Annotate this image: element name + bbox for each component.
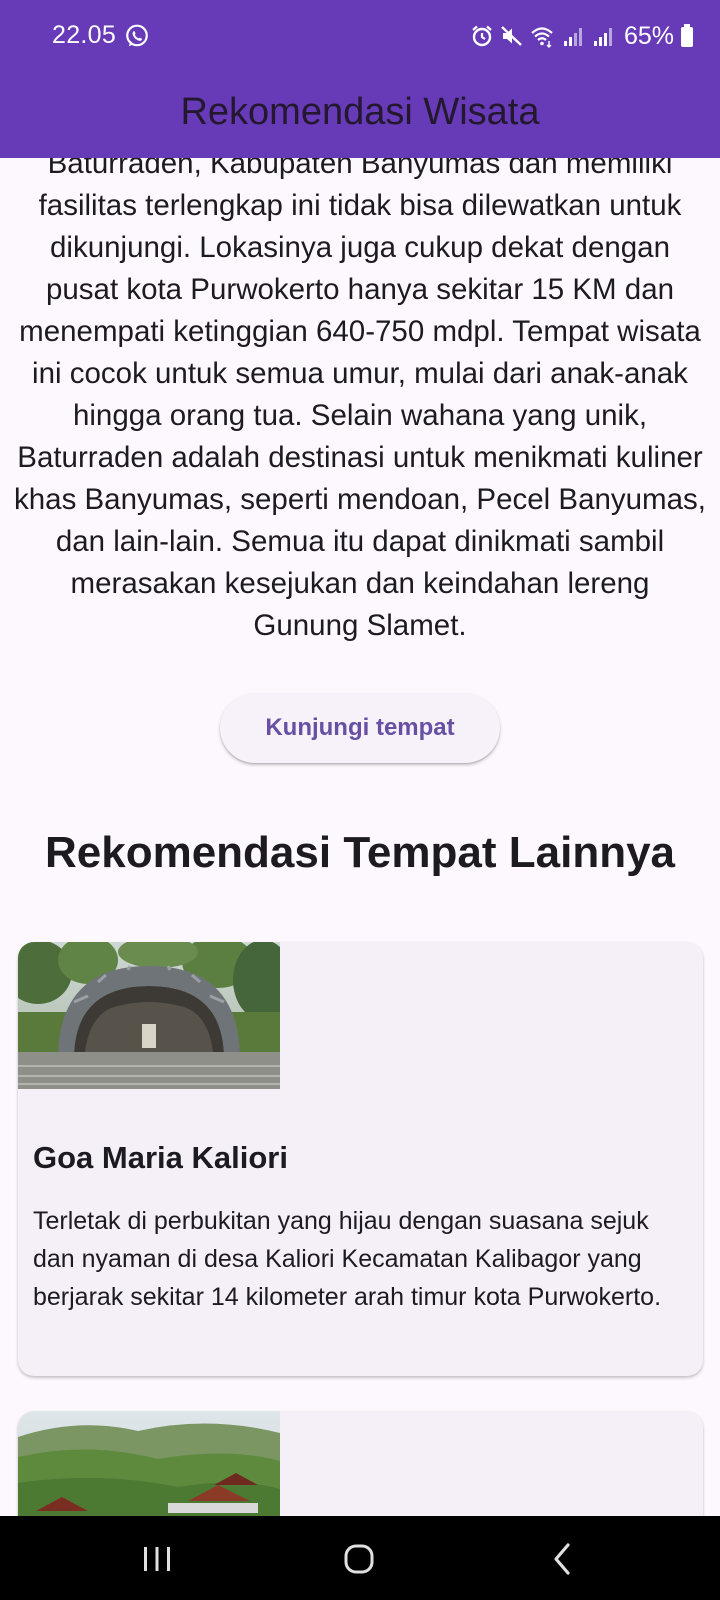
- content-scroll-area[interactable]: Baturraden, Kabupaten Banyumas dan memil…: [0, 0, 720, 1600]
- mute-icon: [501, 26, 522, 46]
- section-title: Rekomendasi Tempat Lainnya: [44, 828, 676, 877]
- place-card-description: Terletak di perbukitan yang hijau dengan…: [33, 1207, 662, 1311]
- place-card-title: Goa Maria Kaliori: [33, 1140, 288, 1175]
- wifi-icon: [531, 27, 553, 48]
- battery-percentage: 65%: [623, 21, 674, 50]
- recents-icon[interactable]: [132, 1534, 182, 1584]
- battery-icon: [681, 24, 693, 47]
- alarm-icon: [472, 25, 492, 47]
- app-screen: Baturraden, Kabupaten Banyumas dan memil…: [0, 0, 720, 1600]
- whatsapp-icon: [126, 24, 148, 47]
- signal-icon: [563, 28, 582, 46]
- status-icons: 65%: [470, 20, 694, 52]
- app-title: Rekomendasi Wisata: [180, 90, 540, 133]
- goa-maria-kaliori-image: [18, 942, 280, 1089]
- app-bar: Rekomendasi Wisata: [0, 74, 720, 158]
- back-icon[interactable]: [538, 1534, 588, 1584]
- navigation-bar: [0, 1516, 720, 1600]
- signal-icon: [593, 28, 612, 46]
- visit-place-button[interactable]: Kunjungi tempat: [220, 693, 500, 763]
- place-card[interactable]: Goa Maria Kaliori Terletak di perbukitan…: [18, 942, 703, 1376]
- status-time: 22.05: [52, 21, 117, 49]
- place-description: Baturraden, Kabupaten Banyumas dan memil…: [14, 147, 706, 642]
- home-icon[interactable]: [334, 1534, 384, 1584]
- status-bar: 22.05 65%: [0, 0, 720, 74]
